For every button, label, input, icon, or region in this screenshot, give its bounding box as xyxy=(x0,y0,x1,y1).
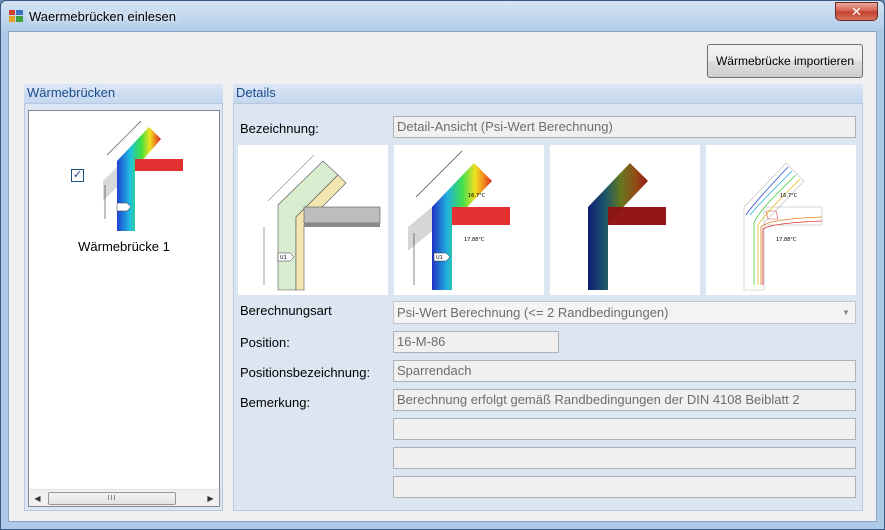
u1-annotation-2: U1 xyxy=(436,255,443,261)
item-checkbox[interactable]: ✓ xyxy=(71,169,84,182)
item-label: Wärmebrücke 1 xyxy=(78,239,170,254)
list-item[interactable]: ✓ Wärmebrücke 1 xyxy=(29,111,219,271)
bemerkung-line-3[interactable] xyxy=(393,447,856,469)
bemerkung-line-1[interactable]: Berechnung erfolgt gemäß Randbedingungen… xyxy=(393,389,856,411)
scroll-thumb[interactable]: III xyxy=(48,492,176,505)
detail-image-temperature[interactable]: 16.7°C 17.88°C U1 xyxy=(394,145,544,295)
bezeichnung-field[interactable]: Detail-Ansicht (Psi-Wert Berechnung) xyxy=(393,116,856,138)
chevron-down-icon[interactable]: ▼ xyxy=(840,302,852,323)
temp-annotation-2: 17.88°C xyxy=(464,237,485,243)
berechnungsart-label: Berechnungsart xyxy=(240,303,332,318)
iso-annotation-1: 16.7°C xyxy=(780,193,798,199)
scroll-left-icon[interactable]: ◀ xyxy=(29,490,46,507)
positionsbezeichnung-label: Positionsbezeichnung: xyxy=(240,365,371,380)
detail-image-mesh[interactable] xyxy=(550,145,700,295)
bemerkung-label: Bemerkung: xyxy=(240,395,311,410)
import-button[interactable]: Wärmebrücke importieren xyxy=(707,44,863,78)
iso-annotation-2: 17.88°C xyxy=(776,237,797,243)
bridge-thumbnail[interactable] xyxy=(97,115,187,233)
bezeichnung-label: Bezeichnung: xyxy=(240,121,319,136)
window-title: Waermebrücken einlesen xyxy=(29,9,176,24)
client-area: Wärmebrücke importieren Wärmebrücken ✓ W… xyxy=(8,31,877,522)
main-window: Waermebrücken einlesen ✕ Wärmebrücke imp… xyxy=(0,0,885,530)
detail-image-isotherms[interactable]: 16.7°C 17.88°C xyxy=(706,145,856,295)
u1-annotation: U1 xyxy=(280,255,287,261)
bemerkung-line-2[interactable] xyxy=(393,418,856,440)
bemerkung-line-4[interactable] xyxy=(393,476,856,498)
bridges-listbox[interactable]: ✓ Wärmebrücke 1 ◀ III ▶ xyxy=(28,110,220,507)
bridges-panel-header: Wärmebrücken xyxy=(24,84,223,103)
app-icon xyxy=(9,10,23,22)
berechnungsart-value: Psi-Wert Berechnung (<= 2 Randbedingunge… xyxy=(397,305,669,320)
berechnungsart-dropdown[interactable]: Psi-Wert Berechnung (<= 2 Randbedingunge… xyxy=(393,301,856,324)
detail-image-construction[interactable]: U1 xyxy=(238,145,388,295)
details-panel-header: Details xyxy=(233,84,863,103)
close-button[interactable]: ✕ xyxy=(835,2,878,21)
horizontal-scrollbar[interactable]: ◀ III ▶ xyxy=(29,489,219,506)
title-bar[interactable]: Waermebrücken einlesen ✕ xyxy=(1,1,884,31)
position-field[interactable]: 16-M-86 xyxy=(393,331,559,353)
positionsbezeichnung-field[interactable]: Sparrendach xyxy=(393,360,856,382)
position-label: Position: xyxy=(240,335,290,350)
temp-annotation-1: 16.7°C xyxy=(468,193,486,199)
scroll-right-icon[interactable]: ▶ xyxy=(202,490,219,507)
